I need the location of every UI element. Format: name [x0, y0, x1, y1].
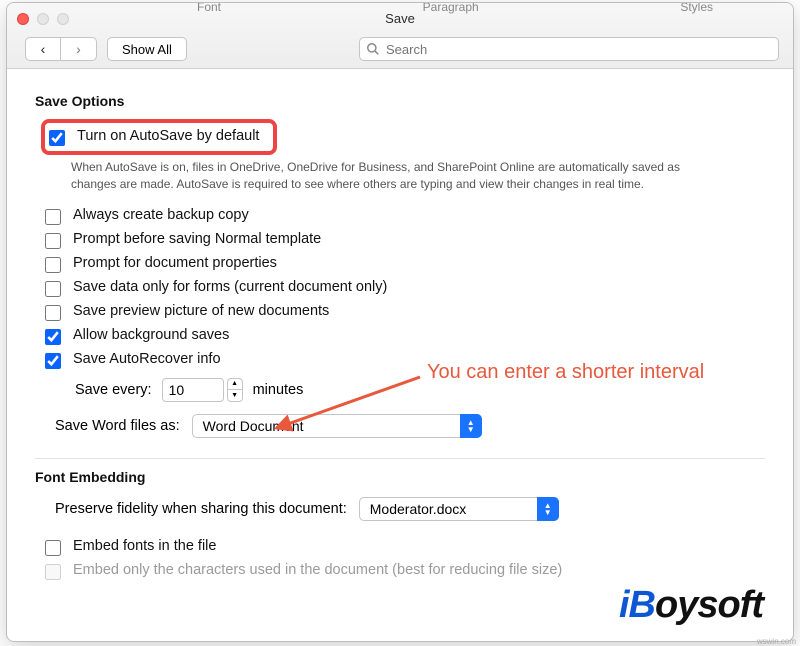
backup-checkbox[interactable] — [45, 209, 61, 225]
save-every-label: Save every: — [75, 382, 152, 398]
stepper-down-button[interactable]: ▼ — [227, 390, 243, 402]
preserve-select[interactable]: Moderator.docx ▲▼ — [359, 497, 559, 521]
embed-subset-checkbox — [45, 564, 61, 580]
search-icon — [366, 42, 380, 56]
bg-saves-checkbox[interactable] — [45, 329, 61, 345]
prompt-normal-checkbox[interactable] — [45, 233, 61, 249]
search-input[interactable] — [359, 37, 779, 61]
autorecover-label: Save AutoRecover info — [73, 351, 221, 367]
section-font-embedding: Font Embedding — [35, 469, 765, 485]
corner-credit: wswin.com — [757, 637, 796, 646]
section-save-options: Save Options — [35, 93, 765, 109]
stepper-up-button[interactable]: ▲ — [227, 378, 243, 390]
window-toolbar: Font Paragraph Styles Save ‹ › Show All — [7, 3, 793, 69]
bg-saves-label: Allow background saves — [73, 327, 229, 343]
save-as-label: Save Word files as: — [55, 418, 180, 434]
save-every-input[interactable] — [162, 378, 224, 402]
prompt-props-label: Prompt for document properties — [73, 255, 277, 271]
embed-fonts-checkbox[interactable] — [45, 540, 61, 556]
backup-label: Always create backup copy — [73, 207, 249, 223]
nav-segmented: ‹ › — [25, 37, 97, 61]
preserve-label: Preserve fidelity when sharing this docu… — [55, 501, 347, 517]
save-every-stepper[interactable]: ▲ ▼ — [162, 378, 243, 402]
chevrons-icon: ▲▼ — [537, 497, 559, 521]
window-title: Save — [7, 11, 793, 26]
autosave-help-text: When AutoSave is on, files in OneDrive, … — [71, 159, 691, 194]
prompt-props-checkbox[interactable] — [45, 257, 61, 273]
embed-fonts-label: Embed fonts in the file — [73, 538, 216, 554]
annotation-text: You can enter a shorter interval — [427, 361, 704, 384]
annotation-arrow-icon — [275, 371, 425, 441]
preserve-value: Moderator.docx — [359, 497, 559, 521]
autorecover-checkbox[interactable] — [45, 353, 61, 369]
content-area: Save Options Turn on AutoSave by default… — [7, 69, 793, 589]
prompt-normal-label: Prompt before saving Normal template — [73, 231, 321, 247]
embed-subset-label: Embed only the characters used in the do… — [73, 562, 562, 578]
chevrons-icon: ▲▼ — [460, 414, 482, 438]
forward-button[interactable]: › — [61, 37, 97, 61]
watermark-logo: iBoysoft — [619, 584, 763, 627]
divider — [35, 458, 765, 459]
save-preview-label: Save preview picture of new documents — [73, 303, 329, 319]
preferences-window: Font Paragraph Styles Save ‹ › Show All … — [6, 2, 794, 642]
save-forms-label: Save data only for forms (current docume… — [73, 279, 387, 295]
autosave-checkbox[interactable] — [49, 130, 65, 146]
save-preview-checkbox[interactable] — [45, 305, 61, 321]
autosave-label: Turn on AutoSave by default — [77, 128, 259, 144]
back-button[interactable]: ‹ — [25, 37, 61, 61]
annotation-highlight: Turn on AutoSave by default — [41, 119, 277, 155]
show-all-button[interactable]: Show All — [107, 37, 187, 61]
save-forms-checkbox[interactable] — [45, 281, 61, 297]
